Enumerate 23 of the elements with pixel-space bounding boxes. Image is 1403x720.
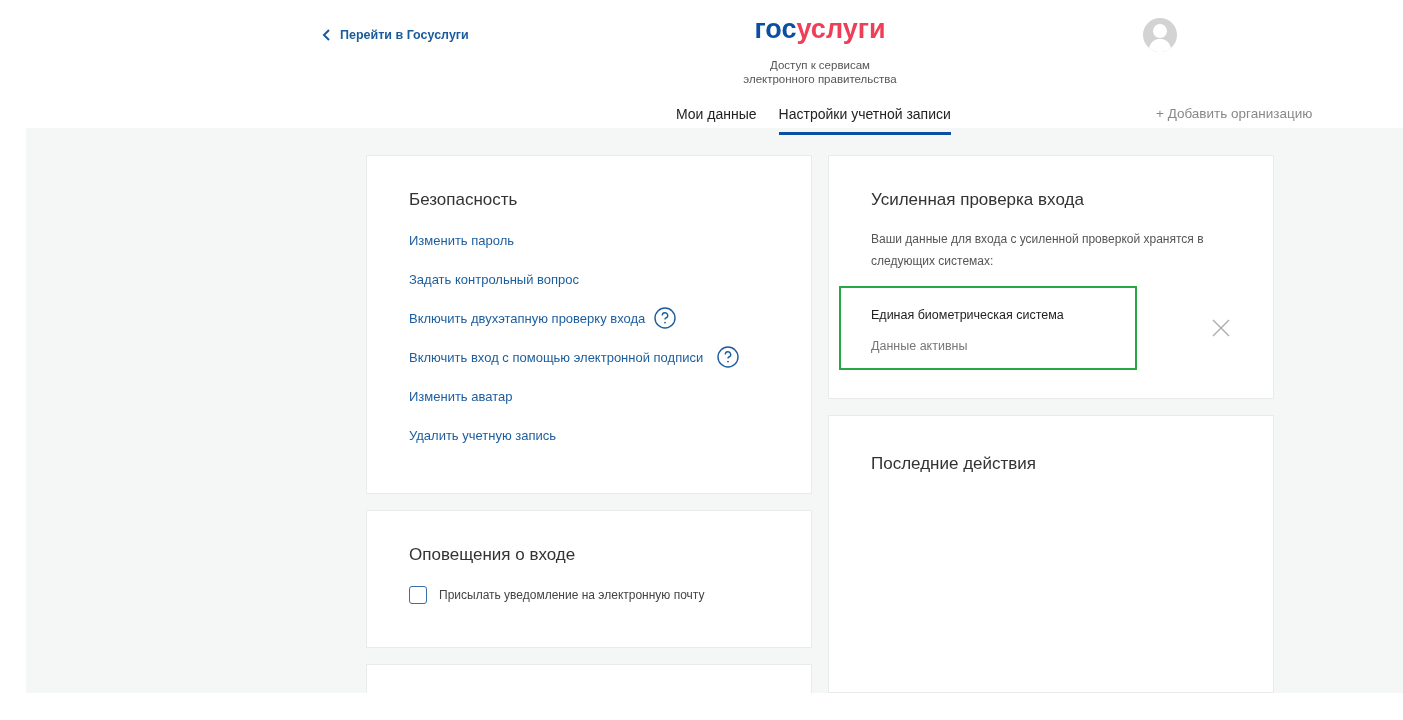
- tab[interactable]: Мои данные: [676, 100, 757, 135]
- settings-link[interactable]: Изменить аватар: [409, 386, 513, 407]
- settings-link[interactable]: Удалить учетную запись: [409, 425, 557, 446]
- logo: госуслуги: [753, 16, 887, 43]
- settings-link[interactable]: Изменить пароль: [409, 230, 515, 251]
- settings-link[interactable]: Включить двухэтапную проверку входа: [409, 308, 646, 329]
- tagline: Доступ к сервисам электронного правительства: [742, 58, 898, 86]
- settings-link[interactable]: Включить вход с помощью электронной подписи: [409, 347, 704, 368]
- add-organization-link[interactable]: + Добавить организацию: [1156, 104, 1313, 125]
- section-title: Оповещения о входе: [409, 545, 577, 566]
- chevron-left-icon: [322, 29, 330, 42]
- settings-link[interactable]: Задать контрольный вопрос: [409, 269, 580, 290]
- help-icon[interactable]: [717, 346, 740, 369]
- section-title: Последние действия: [871, 454, 1038, 475]
- help-icon[interactable]: [654, 307, 677, 330]
- checkbox-label: Присылать уведомление на электронную почту: [439, 587, 705, 605]
- section-title: Усиленная проверка входа: [871, 190, 1085, 211]
- description-text: Ваши данные для входа с усиленной проверкой хранятся в следующих системах:: [871, 231, 1205, 271]
- system-status: Данные активны: [871, 338, 969, 356]
- section-title: Безопасность: [409, 190, 519, 211]
- system-name: Единая биометрическая система: [871, 307, 1065, 325]
- back-link[interactable]: Перейти в Госуслуги: [322, 26, 469, 45]
- checkbox[interactable]: [409, 586, 427, 605]
